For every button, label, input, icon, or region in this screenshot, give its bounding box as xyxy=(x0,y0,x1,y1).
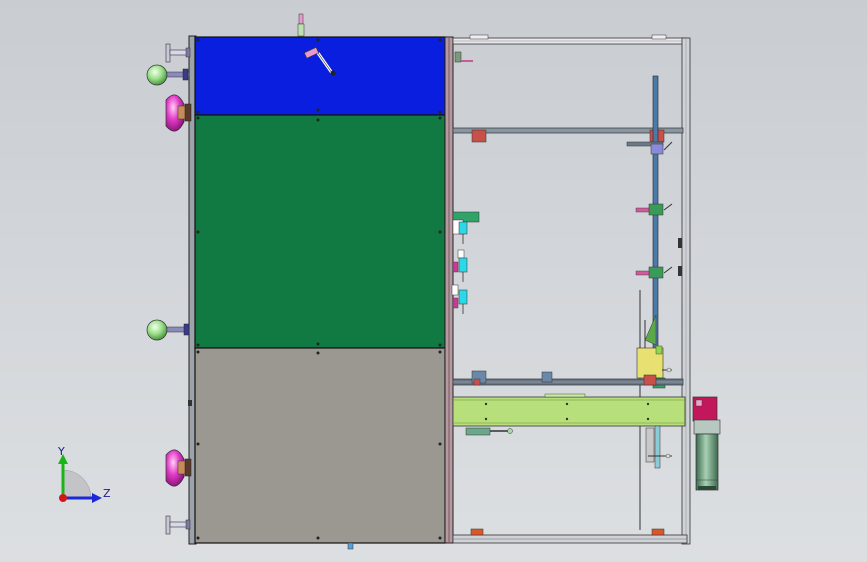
left-attachments[interactable] xyxy=(146,43,192,535)
y-axis-label: Y xyxy=(57,445,65,458)
z-axis-label: Z xyxy=(103,487,111,500)
indicator-ball-middle[interactable] xyxy=(146,319,190,341)
cyan-sensors[interactable] xyxy=(451,211,480,314)
model-view[interactable]: Y Z xyxy=(0,0,867,562)
cabinet-body[interactable] xyxy=(188,13,454,550)
leveling-foot-bottom[interactable] xyxy=(165,515,191,535)
magenta-handle-bottom[interactable] xyxy=(165,449,192,487)
magenta-handle-top[interactable] xyxy=(165,94,192,132)
z-arrow-head xyxy=(92,493,102,503)
cad-graphics-area[interactable]: Y Z xyxy=(0,0,867,562)
middle-panel[interactable] xyxy=(194,114,446,349)
indicator-ball-top[interactable] xyxy=(146,64,190,86)
top-pin xyxy=(297,13,305,37)
conveyor-belt[interactable] xyxy=(452,393,686,469)
coordinate-triad: Y Z xyxy=(57,445,111,503)
x-axis-dot xyxy=(59,494,67,502)
drive-motor[interactable] xyxy=(692,396,721,491)
top-panel[interactable] xyxy=(194,36,446,116)
leveling-foot-top[interactable] xyxy=(165,43,191,63)
bottom-panel[interactable] xyxy=(194,347,446,544)
